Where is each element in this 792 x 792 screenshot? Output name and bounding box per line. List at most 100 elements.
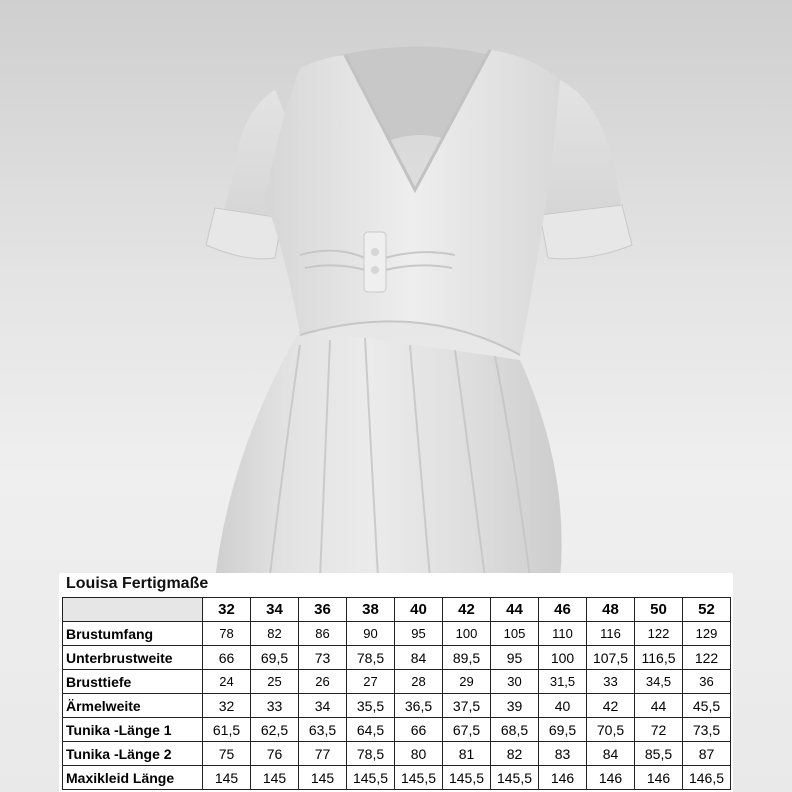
size-header-cell: 40: [394, 597, 443, 622]
table-cell: 75: [202, 741, 251, 766]
table-cell: 40: [538, 693, 587, 718]
size-header-cell: 52: [682, 597, 731, 622]
table-cell: 95: [490, 645, 539, 670]
table-cell: 105: [490, 621, 539, 646]
table-cell: 145,5: [442, 765, 491, 790]
button: [371, 248, 379, 256]
table-cell: 146: [634, 765, 683, 790]
button-tab: [363, 231, 387, 293]
table-cell: 77: [298, 741, 347, 766]
table-cell: 44: [634, 693, 683, 718]
row-label: Tunika -Länge 2: [62, 741, 203, 766]
table-row: Unterbrustweite 66 69,5 73 78,5 84 89,5 …: [62, 645, 731, 670]
table-cell: 145,5: [394, 765, 443, 790]
table-cell: 116,5: [634, 645, 683, 670]
table-cell: 72: [634, 717, 683, 742]
size-header-cell: 46: [538, 597, 587, 622]
size-header-cell: 48: [586, 597, 635, 622]
table-cell: 129: [682, 621, 731, 646]
table-cell: 45,5: [682, 693, 731, 718]
table-cell: 33: [586, 669, 635, 694]
table-cell: 32: [202, 693, 251, 718]
table-cell: 35,5: [346, 693, 395, 718]
table-cell: 84: [394, 645, 443, 670]
size-header-cell: 32: [202, 597, 251, 622]
size-header-cell: 50: [634, 597, 683, 622]
row-label: Brustumfang: [62, 621, 203, 646]
table-cell: 122: [634, 621, 683, 646]
row-label: Brusttiefe: [62, 669, 203, 694]
table-row: Brustumfang 78 82 86 90 95 100 105 110 1…: [62, 621, 731, 646]
table-cell: 73,5: [682, 717, 731, 742]
table-cell: 110: [538, 621, 587, 646]
table-cell: 85,5: [634, 741, 683, 766]
table-row: Brusttiefe 24 25 26 27 28 29 30 31,5 33 …: [62, 669, 731, 694]
right-sleeve-cuff: [539, 204, 633, 260]
table-row: Maxikleid Länge 145 145 145 145,5 145,5 …: [62, 765, 731, 790]
table-cell: 73: [298, 645, 347, 670]
table-cell: 100: [442, 621, 491, 646]
table-cell: 64,5: [346, 717, 395, 742]
table-cell: 146: [586, 765, 635, 790]
table-cell: 81: [442, 741, 491, 766]
row-label: Maxikleid Länge: [62, 765, 203, 790]
table-row: Tunika -Länge 1 61,5 62,5 63,5 64,5 66 6…: [62, 717, 731, 742]
table-cell: 70,5: [586, 717, 635, 742]
table-cell: 145: [298, 765, 347, 790]
table-cell: 89,5: [442, 645, 491, 670]
table-cell: 66: [202, 645, 251, 670]
table-cell: 27: [346, 669, 395, 694]
table-cell: 80: [394, 741, 443, 766]
row-label: Unterbrustweite: [62, 645, 203, 670]
table-cell: 95: [394, 621, 443, 646]
table-cell: 86: [298, 621, 347, 646]
table-cell: 42: [586, 693, 635, 718]
size-header-cell: 38: [346, 597, 395, 622]
table-cell: 145: [202, 765, 251, 790]
table-cell: 29: [442, 669, 491, 694]
table-cell: 36,5: [394, 693, 443, 718]
table-cell: 39: [490, 693, 539, 718]
table-cell: 84: [586, 741, 635, 766]
table-cell: 107,5: [586, 645, 635, 670]
table-row: Ärmelweite 32 33 34 35,5 36,5 37,5 39 40…: [62, 693, 731, 718]
table-cell: 145: [250, 765, 299, 790]
table-cell: 78,5: [346, 741, 395, 766]
table-cell: 67,5: [442, 717, 491, 742]
size-table-panel: Louisa Fertigmaße 32 34 36 38 40 42 44 4…: [59, 573, 733, 792]
table-cell: 122: [682, 645, 731, 670]
row-label: Tunika -Länge 1: [62, 717, 203, 742]
table-cell: 28: [394, 669, 443, 694]
table-cell: 62,5: [250, 717, 299, 742]
size-table: 32 34 36 38 40 42 44 46 48 50 52 Brustum…: [62, 597, 731, 790]
table-cell: 82: [490, 741, 539, 766]
table-cell: 25: [250, 669, 299, 694]
table-title: Louisa Fertigmaße: [66, 575, 209, 592]
table-cell: 63,5: [298, 717, 347, 742]
table-row: Tunika -Länge 2 75 76 77 78,5 80 81 82 8…: [62, 741, 731, 766]
table-cell: 76: [250, 741, 299, 766]
table-cell: 90: [346, 621, 395, 646]
size-header-cell: 36: [298, 597, 347, 622]
size-header-cell: 34: [250, 597, 299, 622]
table-cell: 87: [682, 741, 731, 766]
table-cell: 116: [586, 621, 635, 646]
table-cell: 61,5: [202, 717, 251, 742]
header-corner-cell: [62, 597, 203, 622]
table-cell: 24: [202, 669, 251, 694]
table-cell: 145,5: [346, 765, 395, 790]
table-cell: 34,5: [634, 669, 683, 694]
table-cell: 66: [394, 717, 443, 742]
table-cell: 100: [538, 645, 587, 670]
table-cell: 69,5: [250, 645, 299, 670]
size-header-cell: 44: [490, 597, 539, 622]
size-header-row: 32 34 36 38 40 42 44 46 48 50 52: [62, 597, 731, 622]
table-cell: 36: [682, 669, 731, 694]
table-cell: 78: [202, 621, 251, 646]
button: [371, 266, 379, 274]
table-cell: 37,5: [442, 693, 491, 718]
table-cell: 30: [490, 669, 539, 694]
table-cell: 78,5: [346, 645, 395, 670]
table-cell: 83: [538, 741, 587, 766]
table-cell: 146: [538, 765, 587, 790]
